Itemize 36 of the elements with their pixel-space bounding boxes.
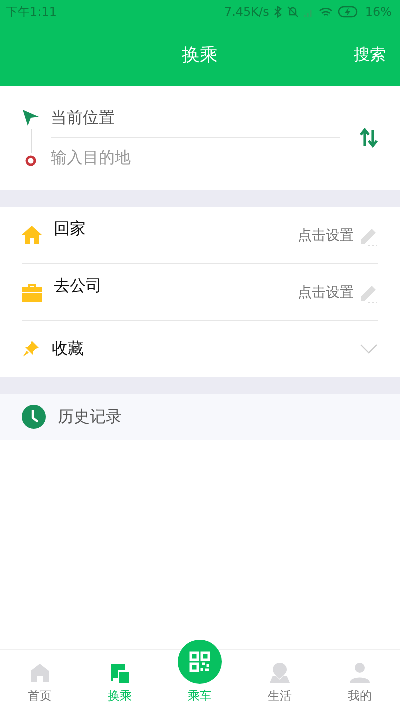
bluetooth-icon bbox=[274, 6, 282, 18]
place-label[interactable]: 回家 bbox=[54, 219, 298, 240]
network-speed: 7.45K/s bbox=[224, 5, 270, 19]
tab[interactable]: 生活 bbox=[240, 650, 320, 711]
pencil-icon[interactable] bbox=[358, 227, 378, 247]
wifi-icon bbox=[319, 6, 334, 18]
origin-field[interactable]: 当前位置 bbox=[51, 100, 340, 136]
search-button[interactable]: 搜索 bbox=[354, 44, 386, 66]
place-label[interactable]: 收藏 bbox=[52, 338, 360, 360]
house-icon bbox=[29, 662, 51, 684]
tab[interactable]: 换乘 bbox=[80, 650, 160, 711]
map-pin-icon bbox=[269, 662, 291, 684]
navigation-arrow-icon bbox=[22, 109, 40, 127]
status-time: 下午1:11 bbox=[6, 4, 57, 20]
place-label[interactable]: 去公司 bbox=[54, 276, 298, 297]
page-title: 换乘 bbox=[182, 44, 218, 67]
clock-icon bbox=[22, 405, 46, 429]
chevron-icon[interactable] bbox=[360, 344, 378, 354]
set-hint[interactable]: 点击设置 bbox=[298, 284, 354, 302]
destination-dot-icon bbox=[25, 155, 37, 167]
battery-level: 16% bbox=[365, 5, 392, 19]
qr-code-icon bbox=[178, 640, 222, 684]
destination-field[interactable]: 输入目的地 bbox=[51, 138, 340, 176]
person-icon bbox=[349, 662, 371, 684]
set-hint[interactable]: 点击设置 bbox=[298, 227, 354, 245]
bell-muted-icon bbox=[287, 6, 300, 18]
house-icon bbox=[22, 226, 42, 244]
battery-icon bbox=[338, 6, 360, 18]
pencil-icon[interactable] bbox=[358, 284, 378, 304]
tab[interactable]: 我的 bbox=[320, 650, 400, 711]
pushpin-icon bbox=[22, 340, 40, 358]
ride-button[interactable]: 乘车 bbox=[160, 628, 240, 711]
history-label[interactable]: 历史记录 bbox=[58, 406, 122, 428]
tab[interactable]: 首页 bbox=[0, 650, 80, 711]
swap-icon[interactable] bbox=[360, 128, 378, 148]
briefcase-icon bbox=[22, 282, 42, 302]
